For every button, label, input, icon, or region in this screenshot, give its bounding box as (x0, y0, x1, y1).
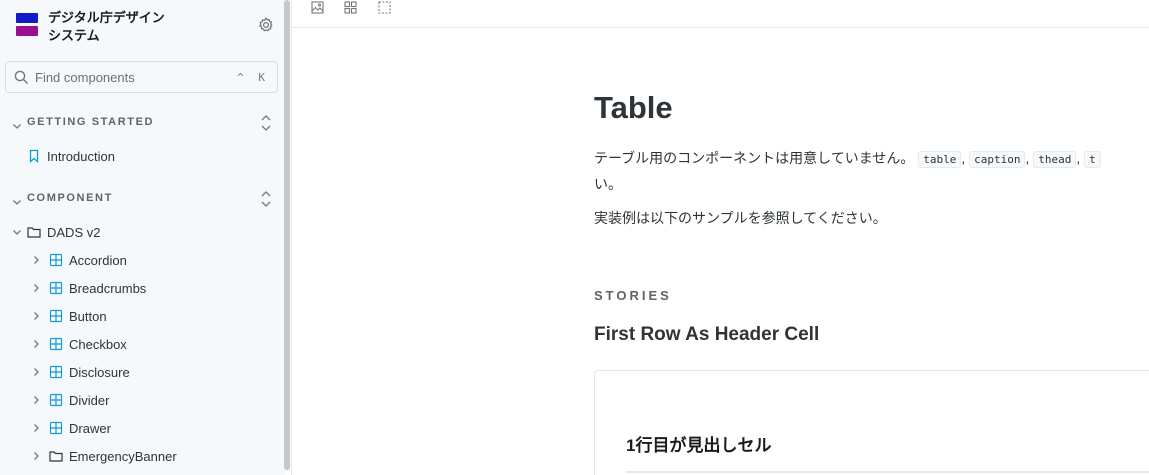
chevron-right-icon (31, 395, 41, 405)
chevron-down-icon (12, 227, 22, 237)
docs-content: Table テーブル用のコンポーネントは用意していません。 table, cap… (594, 0, 1149, 475)
chevron-right-icon (31, 423, 41, 433)
brand[interactable]: デジタル庁デザイン システム (16, 9, 178, 45)
bookmark-icon (27, 149, 41, 163)
story-title: First Row As Header Cell (594, 324, 820, 345)
sidebar-item-divider[interactable]: Divider (31, 388, 109, 412)
sample-paragraph: 実装例は以下のサンプルを参照してください。 (594, 210, 887, 226)
sidebar-item-label: Divider (69, 392, 110, 408)
search-input[interactable]: Find components ^ K (5, 61, 278, 93)
tree-folder-dads-v2[interactable]: DADS v2 (12, 220, 100, 244)
chevron-right-icon (31, 255, 41, 265)
component-icon (49, 365, 63, 379)
chevron-down-icon (12, 194, 22, 205)
component-icon (49, 309, 63, 323)
sidebar-item-drawer[interactable]: Drawer (31, 416, 111, 440)
table-caption: 1行目が見出しセル (626, 436, 772, 455)
code-thead: thead (1033, 151, 1077, 168)
image-icon[interactable] (311, 1, 324, 14)
component-icon (49, 421, 63, 435)
sidebar-item-breadcrumbs[interactable]: Breadcrumbs (31, 276, 146, 300)
sidebar-item-checkbox[interactable]: Checkbox (31, 332, 127, 356)
sidebar-item-accordion[interactable]: Accordion (31, 248, 127, 272)
stories-heading: STORIES (594, 288, 672, 303)
sidebar-item-label: Accordion (69, 252, 127, 268)
code-table: table (918, 151, 962, 168)
sidebar: デジタル庁デザイン システム Find components ^ K GETTI… (0, 0, 285, 475)
folder-icon (49, 449, 63, 463)
sidebar-item-label: EmergencyBanner (69, 448, 177, 464)
expand-collapse-icon[interactable] (260, 113, 272, 133)
sidebar-item-introduction[interactable]: Introduction (27, 144, 115, 168)
settings-gear-icon[interactable] (258, 17, 274, 33)
sidebar-item-label: Checkbox (69, 336, 127, 352)
search-shortcut: ^ K (237, 71, 269, 84)
intro-paragraph: テーブル用のコンポーネントは用意していません。 table, caption, … (594, 146, 1149, 196)
sidebar-item-disclosure[interactable]: Disclosure (31, 360, 130, 384)
section-label: GETTING STARTED (27, 116, 155, 128)
section-component[interactable]: COMPONENT (10, 189, 275, 209)
story-preview: 1行目が見出しセル (594, 370, 1149, 475)
chevron-right-icon (31, 283, 41, 293)
chevron-down-icon (12, 118, 22, 129)
outline-icon[interactable] (378, 1, 391, 14)
sidebar-item-label: Introduction (47, 148, 115, 164)
component-icon (49, 393, 63, 407)
sidebar-item-label: Breadcrumbs (69, 280, 147, 296)
component-icon (49, 253, 63, 267)
chevron-right-icon (31, 311, 41, 321)
sidebar-item-label: Drawer (69, 420, 111, 436)
tree-folder-label: DADS v2 (47, 224, 101, 240)
code-caption: caption (969, 151, 1026, 168)
expand-collapse-icon[interactable] (260, 189, 272, 209)
search-placeholder: Find components (35, 70, 135, 85)
sidebar-item-label: Button (69, 308, 107, 324)
section-label: COMPONENT (27, 192, 113, 204)
folder-icon (27, 225, 41, 239)
chevron-right-icon (31, 451, 41, 461)
section-getting-started[interactable]: GETTING STARTED (10, 113, 275, 133)
search-icon (14, 70, 29, 85)
component-icon (49, 337, 63, 351)
brand-title: デジタル庁デザイン システム (48, 10, 165, 43)
code-truncated: t (1084, 151, 1101, 168)
chevron-right-icon (31, 339, 41, 349)
sidebar-item-emergencybanner[interactable]: EmergencyBanner (31, 444, 177, 468)
sidebar-item-label: Disclosure (69, 364, 130, 380)
table-top-border (626, 471, 1149, 473)
chevron-right-icon (31, 367, 41, 377)
page-title: Table (594, 90, 673, 125)
sidebar-divider (291, 0, 292, 475)
sidebar-item-button[interactable]: Button (31, 304, 107, 328)
sidebar-scrollbar[interactable] (284, 0, 290, 470)
component-icon (49, 281, 63, 295)
brand-logo (16, 13, 38, 39)
grid-icon[interactable] (344, 1, 357, 14)
